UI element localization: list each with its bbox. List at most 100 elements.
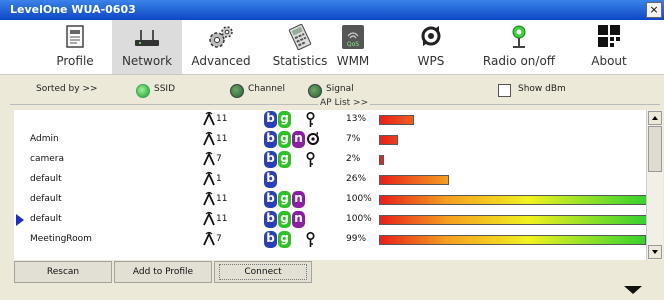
sort-signal-radio[interactable] bbox=[308, 84, 322, 98]
network-icon bbox=[135, 30, 159, 46]
ap-signal-percent: 2% bbox=[346, 154, 361, 164]
ap-signal-percent: 100% bbox=[346, 214, 372, 224]
toolbar-about-label: About bbox=[591, 54, 627, 68]
toolbar-network-label: Network bbox=[121, 54, 173, 68]
antenna-icon bbox=[203, 211, 215, 226]
mode-n-icon: n bbox=[292, 211, 305, 228]
qos-icon: QoS bbox=[342, 25, 364, 49]
signal-strength-bar bbox=[379, 115, 414, 125]
ap-ssid: MeetingRoom bbox=[30, 234, 92, 244]
connect-button[interactable]: Connect bbox=[214, 261, 312, 283]
sort-signal-label: Signal bbox=[326, 84, 354, 94]
signal-strength-bar bbox=[379, 175, 449, 185]
qos-icon-text: QoS bbox=[347, 41, 359, 48]
toolbar-advanced[interactable]: Advanced bbox=[186, 20, 256, 74]
mode-b-icon: b bbox=[264, 151, 277, 168]
key-icon bbox=[306, 232, 315, 247]
signal-strength-bar bbox=[379, 215, 646, 225]
scroll-down-arrow-icon bbox=[652, 250, 658, 254]
ap-row[interactable]: 11 b g 13% bbox=[14, 110, 646, 130]
ap-list-label: AP List >> bbox=[318, 98, 371, 108]
sort-channel-radio[interactable] bbox=[230, 84, 244, 98]
ap-row[interactable]: MeetingRoom 7 b g 99% bbox=[14, 230, 646, 250]
mode-b-icon: b bbox=[264, 171, 277, 188]
mode-b-icon: b bbox=[264, 191, 277, 208]
mode-g-icon: g bbox=[278, 151, 291, 168]
ap-ssid: camera bbox=[30, 154, 64, 164]
sorted-by-label: Sorted by >> bbox=[36, 84, 98, 94]
signal-strength-bar bbox=[379, 195, 646, 205]
ap-signal-percent: 26% bbox=[346, 174, 367, 184]
ap-channel: 1 bbox=[216, 174, 222, 184]
show-dbm-label: Show dBm bbox=[518, 84, 566, 94]
signal-strength-bar bbox=[379, 155, 384, 165]
mode-n-icon: n bbox=[292, 191, 305, 208]
sort-ssid-label: SSID bbox=[154, 84, 176, 94]
scroll-thumb[interactable] bbox=[648, 126, 662, 172]
rescan-button[interactable]: Rescan bbox=[14, 261, 112, 283]
ap-row[interactable]: default 1 b 26% bbox=[14, 170, 646, 190]
antenna-icon bbox=[203, 111, 215, 126]
selected-row-arrow-icon bbox=[16, 214, 24, 226]
toolbar-profile[interactable]: Profile bbox=[40, 20, 110, 74]
show-dbm-checkbox[interactable] bbox=[498, 84, 511, 97]
toolbar-wmm[interactable]: QoS WMM bbox=[318, 20, 388, 74]
key-icon bbox=[306, 152, 315, 167]
add-to-profile-button[interactable]: Add to Profile bbox=[114, 261, 212, 283]
scroll-down-button[interactable] bbox=[648, 245, 662, 259]
antenna-icon bbox=[203, 151, 215, 166]
ap-channel: 7 bbox=[216, 154, 222, 164]
signal-strength-bar bbox=[379, 135, 398, 145]
sort-ssid-radio[interactable] bbox=[136, 84, 150, 98]
radio-icon bbox=[512, 25, 526, 48]
ap-ssid: default bbox=[30, 194, 62, 204]
gears-icon bbox=[209, 26, 233, 48]
toolbar-radio-label: Radio on/off bbox=[482, 54, 556, 68]
antenna-icon bbox=[203, 231, 215, 246]
mode-g-icon: g bbox=[278, 191, 291, 208]
toolbar-wps[interactable]: WPS bbox=[396, 20, 466, 74]
ap-row[interactable]: Admin 11 b g n 7% bbox=[14, 130, 646, 150]
about-icon bbox=[598, 25, 620, 47]
mode-g-icon: g bbox=[278, 131, 291, 148]
app-window: LevelOne WUA-0603 × Profile Network Adva… bbox=[0, 0, 664, 300]
mode-g-icon: g bbox=[278, 111, 291, 128]
ap-signal-percent: 13% bbox=[346, 114, 367, 124]
mode-g-icon: g bbox=[278, 211, 291, 228]
ap-list-scrollbar[interactable] bbox=[646, 110, 663, 260]
antenna-icon bbox=[203, 171, 215, 186]
toolbar-network[interactable]: Network bbox=[112, 20, 182, 74]
ap-channel: 11 bbox=[216, 194, 228, 204]
mode-b-icon: b bbox=[264, 211, 277, 228]
ap-channel: 7 bbox=[216, 234, 222, 244]
ap-row[interactable]: default 11 b g n 100% bbox=[14, 210, 646, 230]
mode-b-icon: b bbox=[264, 131, 277, 148]
ap-ssid: default bbox=[30, 174, 62, 184]
wps-icon bbox=[307, 132, 319, 145]
ap-signal-percent: 99% bbox=[346, 234, 367, 244]
ap-channel: 11 bbox=[216, 134, 228, 144]
toolbar-radio[interactable]: Radio on/off bbox=[478, 20, 560, 74]
toolbar-about[interactable]: About bbox=[574, 20, 644, 74]
toolbar-advanced-label: Advanced bbox=[191, 54, 251, 68]
wps-icon bbox=[421, 26, 441, 46]
calculator-icon bbox=[288, 24, 312, 50]
main-toolbar: Profile Network Advanced Statistics QoS … bbox=[0, 20, 664, 75]
ap-list: 11 b g 13% Admin 11 b g n 7% camera 7 b g 2% default 1 b 2… bbox=[14, 110, 646, 260]
scroll-up-button[interactable] bbox=[648, 111, 662, 125]
close-button[interactable]: × bbox=[646, 2, 662, 18]
ap-ssid: default bbox=[30, 214, 62, 224]
ap-row[interactable]: default 11 b g n 100% bbox=[14, 190, 646, 210]
ap-signal-percent: 7% bbox=[346, 134, 361, 144]
toolbar-wps-label: WPS bbox=[417, 54, 445, 68]
title-bar: LevelOne WUA-0603 × bbox=[0, 0, 664, 20]
toolbar-profile-label: Profile bbox=[56, 54, 94, 68]
ap-ssid: Admin bbox=[30, 134, 59, 144]
antenna-icon bbox=[203, 191, 215, 206]
key-icon bbox=[306, 112, 315, 127]
ap-row[interactable]: camera 7 b g 2% bbox=[14, 150, 646, 170]
ap-channel: 11 bbox=[216, 114, 228, 124]
mode-n-icon: n bbox=[292, 131, 305, 148]
expand-arrow-icon[interactable] bbox=[624, 286, 642, 294]
sort-channel-label: Channel bbox=[248, 84, 285, 94]
